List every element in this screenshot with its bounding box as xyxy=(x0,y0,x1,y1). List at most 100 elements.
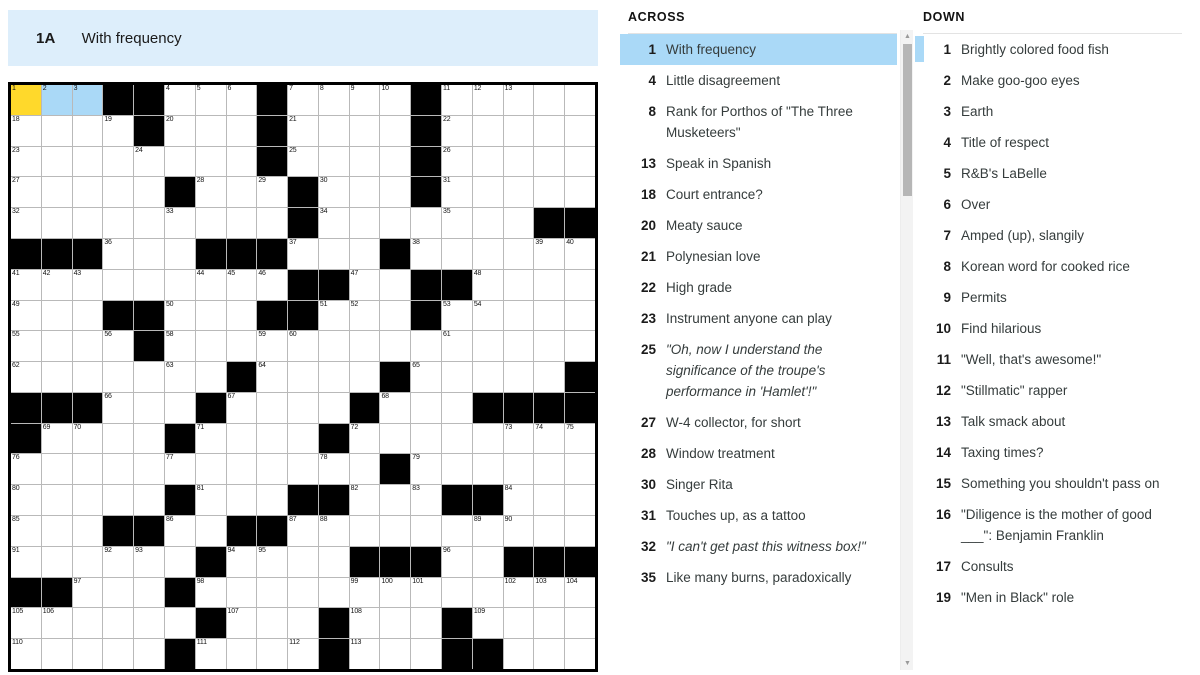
grid-cell[interactable] xyxy=(442,423,472,454)
grid-cell[interactable] xyxy=(565,639,595,669)
down-clue-1[interactable]: 1 Brightly colored food fish xyxy=(915,34,1182,65)
grid-cell[interactable] xyxy=(72,608,103,639)
grid-cell[interactable] xyxy=(349,146,380,177)
grid-cell[interactable]: 78 xyxy=(318,454,349,485)
grid-cell[interactable] xyxy=(380,423,411,454)
grid-cell[interactable] xyxy=(257,392,288,423)
grid-cell[interactable] xyxy=(134,177,164,208)
grid-cell[interactable] xyxy=(380,146,411,177)
grid-cell[interactable] xyxy=(41,362,72,392)
grid-cell[interactable]: 87 xyxy=(288,516,318,546)
grid-cell[interactable]: 74 xyxy=(534,423,565,454)
grid-cell[interactable]: 37 xyxy=(288,238,318,269)
grid-cell[interactable] xyxy=(565,454,595,485)
grid-cell[interactable] xyxy=(349,331,380,362)
scroll-up-icon[interactable]: ▲ xyxy=(901,30,914,43)
grid-cell[interactable] xyxy=(472,454,503,485)
grid-cell[interactable] xyxy=(72,546,103,577)
grid-cell[interactable] xyxy=(503,639,534,669)
grid-cell[interactable]: 55 xyxy=(11,331,41,362)
grid-cell[interactable] xyxy=(380,516,411,546)
grid-cell[interactable]: 53 xyxy=(442,300,472,331)
grid-cell[interactable] xyxy=(41,546,72,577)
grid-cell[interactable] xyxy=(442,577,472,608)
grid-cell[interactable] xyxy=(411,423,442,454)
grid-cell[interactable] xyxy=(503,269,534,300)
grid-cell[interactable] xyxy=(318,115,349,146)
down-clue-7[interactable]: 7 Amped (up), slangily xyxy=(915,220,1182,251)
grid-cell[interactable]: 113 xyxy=(349,639,380,669)
grid-cell[interactable]: 11 xyxy=(442,85,472,115)
grid-cell[interactable] xyxy=(349,454,380,485)
grid-cell[interactable]: 41 xyxy=(11,269,41,300)
grid-cell[interactable] xyxy=(103,208,134,238)
down-clue-14[interactable]: 14 Taxing times? xyxy=(915,437,1182,468)
grid-cell[interactable] xyxy=(534,177,565,208)
grid-cell[interactable]: 91 xyxy=(11,546,41,577)
grid-cell[interactable]: 100 xyxy=(380,577,411,608)
grid-cell[interactable]: 40 xyxy=(565,238,595,269)
grid-cell[interactable]: 64 xyxy=(257,362,288,392)
grid-cell[interactable] xyxy=(226,577,257,608)
grid-cell[interactable]: 9 xyxy=(349,85,380,115)
grid-cell[interactable] xyxy=(380,300,411,331)
grid-cell[interactable]: 70 xyxy=(72,423,103,454)
grid-cell[interactable] xyxy=(103,269,134,300)
grid-cell[interactable]: 94 xyxy=(226,546,257,577)
grid-cell[interactable] xyxy=(472,423,503,454)
grid-cell[interactable] xyxy=(103,639,134,669)
grid-cell[interactable]: 13 xyxy=(503,85,534,115)
grid-cell[interactable] xyxy=(318,546,349,577)
grid-cell[interactable]: 112 xyxy=(288,639,318,669)
grid-cell[interactable]: 49 xyxy=(11,300,41,331)
down-clue-12[interactable]: 12 "Stillmatic" rapper xyxy=(915,375,1182,406)
grid-cell[interactable] xyxy=(41,516,72,546)
grid-cell[interactable] xyxy=(226,423,257,454)
down-clue-2[interactable]: 2 Make goo-goo eyes xyxy=(915,65,1182,96)
grid-cell[interactable]: 75 xyxy=(565,423,595,454)
down-clue-4[interactable]: 4 Title of respect xyxy=(915,127,1182,158)
grid-cell[interactable] xyxy=(503,146,534,177)
grid-cell[interactable] xyxy=(472,177,503,208)
grid-cell[interactable] xyxy=(349,516,380,546)
grid-cell[interactable] xyxy=(442,516,472,546)
across-clue-4[interactable]: 4 Little disagreement xyxy=(620,65,897,96)
grid-cell[interactable] xyxy=(41,639,72,669)
grid-cell[interactable] xyxy=(380,269,411,300)
grid-cell[interactable]: 83 xyxy=(411,485,442,516)
across-clue-13[interactable]: 13 Speak in Spanish xyxy=(620,148,897,179)
grid-cell[interactable] xyxy=(288,362,318,392)
grid-cell[interactable] xyxy=(565,269,595,300)
grid-cell[interactable]: 1 xyxy=(11,85,41,115)
grid-cell[interactable] xyxy=(565,177,595,208)
grid-cell[interactable] xyxy=(134,485,164,516)
grid-cell[interactable] xyxy=(534,146,565,177)
grid-cell[interactable]: 72 xyxy=(349,423,380,454)
grid-cell[interactable] xyxy=(503,208,534,238)
grid-cell[interactable] xyxy=(565,485,595,516)
grid-cell[interactable] xyxy=(380,485,411,516)
grid-cell[interactable]: 30 xyxy=(318,177,349,208)
grid-cell[interactable]: 82 xyxy=(349,485,380,516)
across-clue-30[interactable]: 30 Singer Rita xyxy=(620,469,897,500)
grid-cell[interactable] xyxy=(226,208,257,238)
grid-cell[interactable]: 73 xyxy=(503,423,534,454)
grid-cell[interactable]: 96 xyxy=(442,546,472,577)
grid-cell[interactable]: 86 xyxy=(164,516,195,546)
across-clue-18[interactable]: 18 Court entrance? xyxy=(620,179,897,210)
grid-cell[interactable] xyxy=(134,423,164,454)
grid-cell[interactable] xyxy=(72,115,103,146)
grid-cell[interactable] xyxy=(164,146,195,177)
grid-cell[interactable]: 23 xyxy=(11,146,41,177)
grid-cell[interactable]: 44 xyxy=(195,269,226,300)
grid-cell[interactable] xyxy=(164,238,195,269)
grid-cell[interactable]: 43 xyxy=(72,269,103,300)
grid-cell[interactable]: 60 xyxy=(288,331,318,362)
grid-cell[interactable] xyxy=(380,115,411,146)
grid-cell[interactable] xyxy=(72,639,103,669)
grid-cell[interactable]: 99 xyxy=(349,577,380,608)
grid-cell[interactable]: 27 xyxy=(11,177,41,208)
down-clue-9[interactable]: 9 Permits xyxy=(915,282,1182,313)
grid-cell[interactable]: 50 xyxy=(164,300,195,331)
grid-cell[interactable] xyxy=(134,269,164,300)
